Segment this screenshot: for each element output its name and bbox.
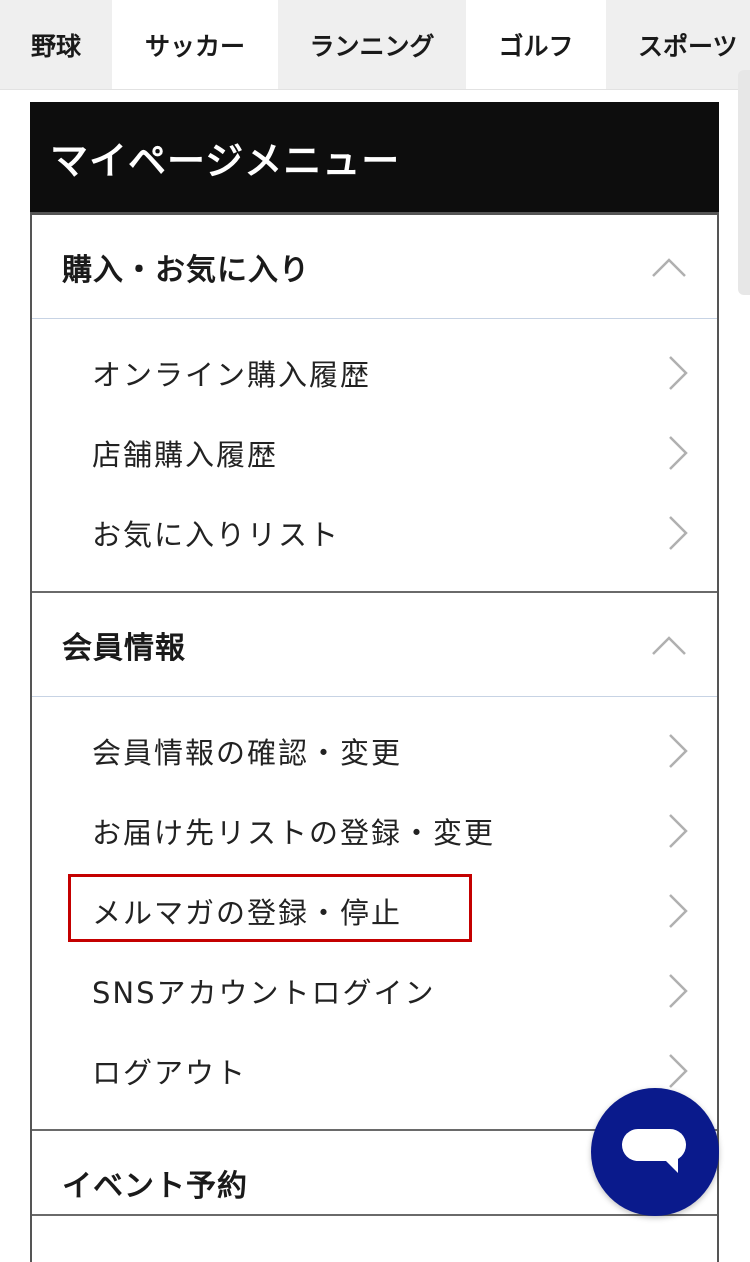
chevron-right-icon — [669, 1054, 688, 1088]
menu-item-label: ログアウト — [92, 1056, 248, 1090]
chat-bubble-icon — [622, 1129, 686, 1173]
tab-baseball[interactable]: 野球 — [0, 0, 112, 89]
chevron-right-icon — [669, 734, 688, 768]
menu-item-sns-login[interactable]: SNSアカウントログイン — [32, 951, 717, 1031]
chevron-up-icon — [652, 257, 686, 277]
menu-title: マイページメニュー — [50, 138, 401, 183]
menu-item-address-list[interactable]: お届け先リストの登録・変更 — [32, 791, 717, 871]
menu-item-label: SNSアカウントログイン — [92, 976, 436, 1010]
section-header-member[interactable]: 会員情報 — [32, 593, 717, 697]
chevron-right-icon — [669, 436, 688, 470]
category-tab-bar: 野球 サッカー ランニング ゴルフ スポーツ — [0, 0, 750, 90]
tab-running[interactable]: ランニング — [278, 0, 466, 89]
menu-item-label: メルマガの登録・停止 — [92, 896, 403, 930]
chevron-right-icon — [669, 356, 688, 390]
tab-golf[interactable]: ゴルフ — [466, 0, 606, 89]
mypage-menu: マイページメニュー 購入・お気に入り オンライン購入履歴 店舗購入履歴 お気に入… — [30, 102, 719, 1262]
menu-item-favorites[interactable]: お気に入りリスト — [32, 493, 717, 573]
menu-item-label: お届け先リストの登録・変更 — [92, 816, 496, 850]
menu-item-label: お気に入りリスト — [92, 518, 341, 552]
menu-item-store-history[interactable]: 店舗購入履歴 — [32, 413, 717, 493]
section-label: イベント予約 — [62, 1169, 248, 1204]
chevron-right-icon — [669, 894, 688, 928]
tab-soccer[interactable]: サッカー — [112, 0, 278, 89]
menu-header: マイページメニュー — [30, 102, 719, 215]
menu-item-online-history[interactable]: オンライン購入履歴 — [32, 333, 717, 413]
menu-item-newsletter[interactable]: メルマガの登録・停止 — [32, 871, 717, 951]
menu-item-label: 店舗購入履歴 — [92, 438, 279, 472]
scroll-edge — [738, 70, 750, 295]
section-items-purchase: オンライン購入履歴 店舗購入履歴 お気に入りリスト — [32, 319, 717, 591]
section-label: 購入・お気に入り — [62, 252, 310, 288]
chevron-right-icon — [669, 516, 688, 550]
menu-item-member-info[interactable]: 会員情報の確認・変更 — [32, 711, 717, 791]
tab-sports[interactable]: スポーツ — [606, 0, 750, 89]
menu-item-label: 会員情報の確認・変更 — [92, 736, 403, 770]
menu-item-label: オンライン購入履歴 — [92, 358, 372, 392]
chevron-right-icon — [669, 814, 688, 848]
chat-button[interactable] — [591, 1088, 719, 1216]
section-label: 会員情報 — [62, 630, 186, 666]
chevron-up-icon — [652, 635, 686, 655]
chevron-right-icon — [669, 974, 688, 1008]
section-divider — [32, 1214, 717, 1216]
menu-item-logout[interactable]: ログアウト — [32, 1031, 717, 1111]
section-items-member: 会員情報の確認・変更 お届け先リストの登録・変更 メルマガの登録・停止 SNSア… — [32, 697, 717, 1129]
section-header-purchase[interactable]: 購入・お気に入り — [32, 215, 717, 319]
